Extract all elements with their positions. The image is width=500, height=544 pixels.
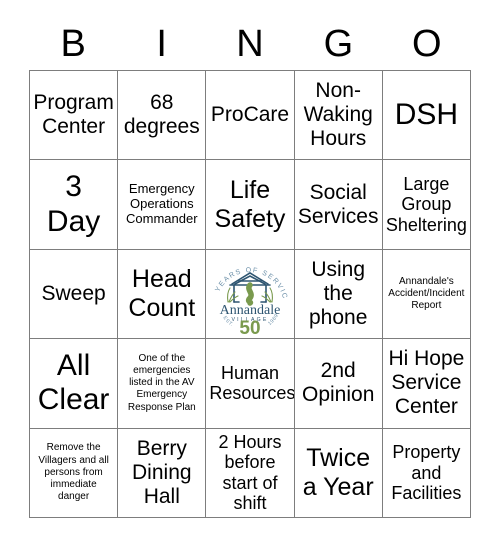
svg-text:50: 50 bbox=[239, 318, 260, 336]
bingo-cell-label: Life Safety bbox=[214, 176, 286, 233]
bingo-cell[interactable]: Berry Dining Hall bbox=[118, 428, 207, 518]
bingo-cell-label: Large Group Sheltering bbox=[385, 173, 467, 235]
bingo-cell-label: Property and Facilities bbox=[391, 442, 462, 504]
bingo-cell[interactable]: Twice a Year bbox=[294, 428, 383, 518]
bingo-cell-label: Hi Hope Service Center bbox=[388, 347, 465, 419]
bingo-cell[interactable]: ProCare bbox=[206, 71, 295, 161]
bingo-cell[interactable]: Non- Waking Hours bbox=[294, 71, 383, 161]
bingo-cell-label: Sweep bbox=[41, 282, 106, 306]
annandale-village-logo: 50 YEARS OF SERVICE bbox=[208, 252, 292, 336]
bingo-grid: Program Center 68 degrees ProCare Non- Waki… bbox=[29, 70, 471, 518]
bingo-cell[interactable]: Emergency Operations Commander bbox=[118, 160, 207, 250]
bingo-cell[interactable]: 68 degrees bbox=[118, 71, 207, 161]
bingo-cell-label: Social Services bbox=[297, 180, 379, 228]
bingo-cell-label: Berry Dining Hall bbox=[132, 436, 192, 508]
bingo-cell-label: Using the phone bbox=[308, 258, 368, 329]
bingo-cell-label: ProCare bbox=[210, 103, 290, 127]
bingo-cell[interactable]: 2nd Opinion bbox=[294, 339, 383, 429]
bingo-free-space-cell[interactable]: 50 YEARS OF SERVICE bbox=[206, 249, 295, 340]
bingo-cell-label: DSH bbox=[394, 98, 459, 132]
bingo-cell[interactable]: Head Count bbox=[118, 249, 207, 340]
bingo-card: B I N G O Program Center 68 degrees ProCar… bbox=[0, 0, 500, 544]
bingo-cell-label: 2 Hours before start of shift bbox=[218, 431, 282, 514]
bingo-cell-label: Remove the Villagers and all persons fro… bbox=[38, 442, 109, 503]
bingo-cell-label: One of the emergencies listed in the AV … bbox=[127, 352, 196, 413]
bingo-cell[interactable]: Social Services bbox=[294, 160, 383, 250]
bingo-cell[interactable]: One of the emergencies listed in the AV … bbox=[118, 339, 207, 429]
bingo-cell[interactable]: Using the phone bbox=[294, 249, 383, 340]
bingo-cell-label: 2nd Opinion bbox=[302, 359, 375, 407]
header-letter-i: I bbox=[156, 23, 167, 65]
bingo-cell[interactable]: Life Safety bbox=[206, 160, 295, 250]
bingo-cell-label: Annandale's Accident/Incident Report bbox=[388, 275, 465, 312]
bingo-cell-label: Head Count bbox=[128, 265, 196, 322]
bingo-cell[interactable]: Annandale's Accident/Incident Report bbox=[382, 249, 471, 340]
bingo-cell-label: Emergency Operations Commander bbox=[126, 181, 198, 226]
bingo-cell[interactable]: 2 Hours before start of shift bbox=[206, 428, 295, 518]
header-letter-o: O bbox=[412, 23, 442, 65]
bingo-cell[interactable]: Remove the Villagers and all persons fro… bbox=[30, 428, 119, 518]
bingo-cell[interactable]: Program Center bbox=[30, 71, 119, 161]
bingo-cell[interactable]: Property and Facilities bbox=[382, 428, 471, 518]
bingo-cell-label: Program Center bbox=[33, 91, 114, 139]
bingo-cell-label: 68 degrees bbox=[123, 91, 200, 139]
header-letter-n: N bbox=[236, 23, 264, 65]
bingo-cell[interactable]: 3 Day bbox=[30, 160, 119, 250]
bingo-cell[interactable]: Sweep bbox=[30, 249, 119, 340]
bingo-cell[interactable]: Human Resources bbox=[206, 339, 295, 429]
bingo-cell-label: Non- Waking Hours bbox=[303, 79, 373, 151]
bingo-cell[interactable]: All Clear bbox=[30, 339, 119, 429]
header-letter-b: B bbox=[60, 23, 86, 65]
bingo-cell[interactable]: Large Group Sheltering bbox=[382, 160, 471, 250]
bingo-cell-label: Twice a Year bbox=[302, 444, 374, 501]
bingo-cell-label: All Clear bbox=[37, 349, 110, 417]
bingo-cell-label: Human Resources bbox=[209, 362, 295, 404]
bingo-cell-label: 3 Day bbox=[46, 170, 101, 238]
bingo-cell[interactable]: DSH bbox=[382, 71, 471, 161]
svg-text:Annandale: Annandale bbox=[220, 303, 281, 318]
bingo-cell[interactable]: Hi Hope Service Center bbox=[382, 339, 471, 429]
bingo-header: B I N G O bbox=[29, 20, 471, 68]
header-letter-g: G bbox=[323, 23, 354, 65]
